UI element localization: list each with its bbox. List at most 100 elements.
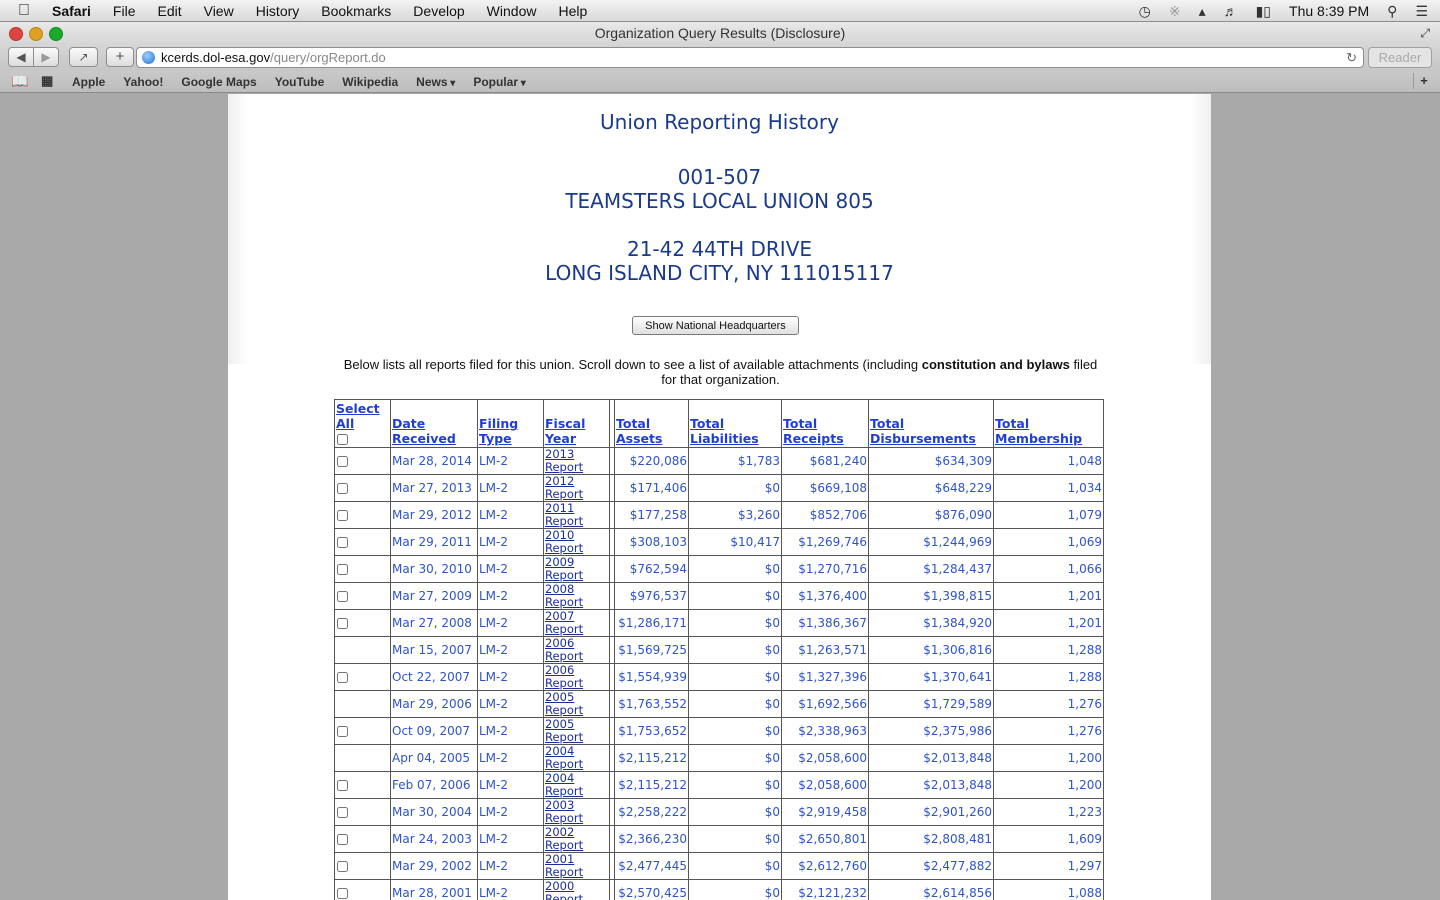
menu-develop[interactable]: Develop (413, 3, 464, 19)
reader-button[interactable]: Reader (1368, 47, 1432, 68)
apple-logo-icon[interactable]:  (18, 0, 30, 22)
bluetooth-icon[interactable]: ※ (1169, 0, 1181, 22)
menu-clock[interactable]: Thu 8:39 PM (1289, 3, 1369, 19)
row-select-checkbox[interactable] (337, 780, 348, 791)
share-button[interactable]: ↗ (69, 47, 98, 67)
header-total-membership: Total Membership (993, 399, 1104, 448)
fiscal-year-report-link[interactable]: 2013 Report (545, 448, 608, 474)
row-select-checkbox[interactable] (337, 834, 348, 845)
select-all-checkbox[interactable] (337, 434, 348, 445)
volume-icon[interactable]: ♬ (1224, 0, 1238, 22)
reading-list-icon[interactable]: 📖 (11, 71, 28, 91)
row-select-checkbox[interactable] (337, 861, 348, 872)
header-fiscal-year: Fiscal Year (543, 399, 610, 448)
menu-view[interactable]: View (204, 3, 234, 19)
fiscal-year-report-link[interactable]: 2002 Report (545, 826, 608, 852)
fiscal-year-report-link[interactable]: 2006 Report (545, 664, 608, 690)
fiscal-year-report-link[interactable]: 2010 Report (545, 529, 608, 555)
row-select-checkbox[interactable] (337, 888, 348, 899)
bookmark-google-maps[interactable]: Google Maps (181, 75, 256, 89)
add-tab-icon[interactable]: + (1413, 73, 1434, 89)
fiscal-year-report-link[interactable]: 2011 Report (545, 502, 608, 528)
cell-total-assets: $2,477,445 (614, 852, 689, 880)
sort-fiscal-year-link[interactable]: Fiscal Year (545, 416, 585, 446)
cell-total-assets: $1,286,171 (614, 609, 689, 637)
header-total-assets: Total Assets (614, 399, 689, 448)
select-all-link[interactable]: Select All (336, 401, 380, 431)
wifi-icon[interactable]: ▴ (1199, 0, 1206, 22)
row-select-checkbox[interactable] (337, 510, 348, 521)
fiscal-year-report-link[interactable]: 2000 Report (545, 880, 608, 900)
fiscal-year-report-link[interactable]: 2008 Report (545, 583, 608, 609)
top-sites-grid-icon[interactable]: ▦ (41, 71, 53, 91)
fiscal-year-report-link[interactable]: 2004 Report (545, 745, 608, 771)
row-select-checkbox[interactable] (337, 591, 348, 602)
menu-file[interactable]: File (113, 3, 136, 19)
bookmark-wikipedia[interactable]: Wikipedia (342, 75, 398, 89)
row-select-checkbox[interactable] (337, 672, 348, 683)
fiscal-year-report-link[interactable]: 2001 Report (545, 853, 608, 879)
fiscal-year-report-link[interactable]: 2005 Report (545, 718, 608, 744)
bookmark-news-dropdown[interactable]: News (416, 75, 455, 89)
sort-total-receipts-link[interactable]: Total Receipts (783, 416, 844, 446)
cell-date-received: Apr 04, 2005 (390, 744, 478, 772)
sort-total-disbursements-link[interactable]: Total Disbursements (870, 416, 976, 446)
back-button[interactable]: ◀ (8, 47, 34, 67)
sort-date-received-link[interactable]: Date Received (392, 416, 456, 446)
reload-icon[interactable]: ↻ (1346, 48, 1357, 67)
row-select-checkbox[interactable] (337, 726, 348, 737)
sort-total-membership-link[interactable]: Total Membership (995, 416, 1082, 446)
cell-total-receipts: $1,327,396 (781, 663, 869, 691)
notification-center-icon[interactable]: ☰ (1415, 0, 1428, 22)
row-select-checkbox[interactable] (337, 483, 348, 494)
fiscal-year-value: 2001 (545, 852, 575, 866)
cell-filing-type: LM-2 (477, 636, 544, 664)
bookmark-popular-dropdown[interactable]: Popular (473, 75, 525, 89)
fullscreen-icon[interactable]: ⤢ (1420, 22, 1430, 44)
menu-window[interactable]: Window (487, 3, 537, 19)
fiscal-year-report-link[interactable]: 2004 Report (545, 772, 608, 798)
header-select-line1: Select (336, 401, 380, 416)
sort-total-liabilities-link[interactable]: Total Liabilities (690, 416, 759, 446)
time-machine-icon[interactable]: ◷ (1139, 0, 1151, 22)
menu-help[interactable]: Help (558, 3, 587, 19)
cell-total-assets: $2,115,212 (614, 744, 689, 772)
fiscal-year-report-link[interactable]: 2012 Report (545, 475, 608, 501)
minimize-window-icon[interactable] (29, 27, 43, 41)
header-fiscal-line1: Fiscal (545, 416, 586, 431)
sort-total-assets-link[interactable]: Total Assets (616, 416, 662, 446)
address-bar[interactable]: kcerds.dol-esa.gov/query/orgReport.do ↻ (136, 47, 1364, 68)
sort-filing-type-link[interactable]: Filing Type (479, 416, 518, 446)
menu-edit[interactable]: Edit (157, 3, 181, 19)
fiscal-year-report-link[interactable]: 2009 Report (545, 556, 608, 582)
report-link-label: Report (545, 703, 584, 717)
row-select-checkbox[interactable] (337, 807, 348, 818)
show-national-headquarters-button[interactable]: Show National Headquarters (632, 316, 799, 335)
cell-total-liabilities: $0 (688, 798, 782, 826)
cell-total-receipts: $852,706 (781, 501, 869, 529)
spotlight-search-icon[interactable]: ⚲ (1387, 0, 1397, 22)
row-select-checkbox[interactable] (337, 564, 348, 575)
row-select-checkbox[interactable] (337, 537, 348, 548)
menu-history[interactable]: History (256, 3, 300, 19)
bookmark-youtube[interactable]: YouTube (275, 75, 325, 89)
row-select-checkbox[interactable] (337, 456, 348, 467)
zoom-window-icon[interactable] (49, 27, 63, 41)
fiscal-year-report-link[interactable]: 2005 Report (545, 691, 608, 717)
bookmark-apple[interactable]: Apple (72, 75, 105, 89)
bookmark-yahoo[interactable]: Yahoo! (123, 75, 163, 89)
cell-total-assets: $308,103 (614, 528, 689, 556)
forward-button[interactable]: ▶ (33, 47, 59, 67)
fiscal-year-report-link[interactable]: 2003 Report (545, 799, 608, 825)
cell-filing-type: LM-2 (477, 474, 544, 502)
cell-total-assets: $1,554,939 (614, 663, 689, 691)
close-window-icon[interactable] (9, 27, 23, 41)
fiscal-year-report-link[interactable]: 2007 Report (545, 610, 608, 636)
new-tab-button[interactable]: + (106, 47, 134, 67)
row-select-checkbox[interactable] (337, 618, 348, 629)
menu-app-name[interactable]: Safari (52, 3, 91, 19)
fiscal-year-report-link[interactable]: 2006 Report (545, 637, 608, 663)
menu-bookmarks[interactable]: Bookmarks (321, 3, 391, 19)
report-rows: Mar 28, 2014 LM-2 2013 Report $220,086 $1,783… (334, 447, 1104, 900)
battery-icon[interactable]: ▮▯ (1256, 0, 1271, 22)
